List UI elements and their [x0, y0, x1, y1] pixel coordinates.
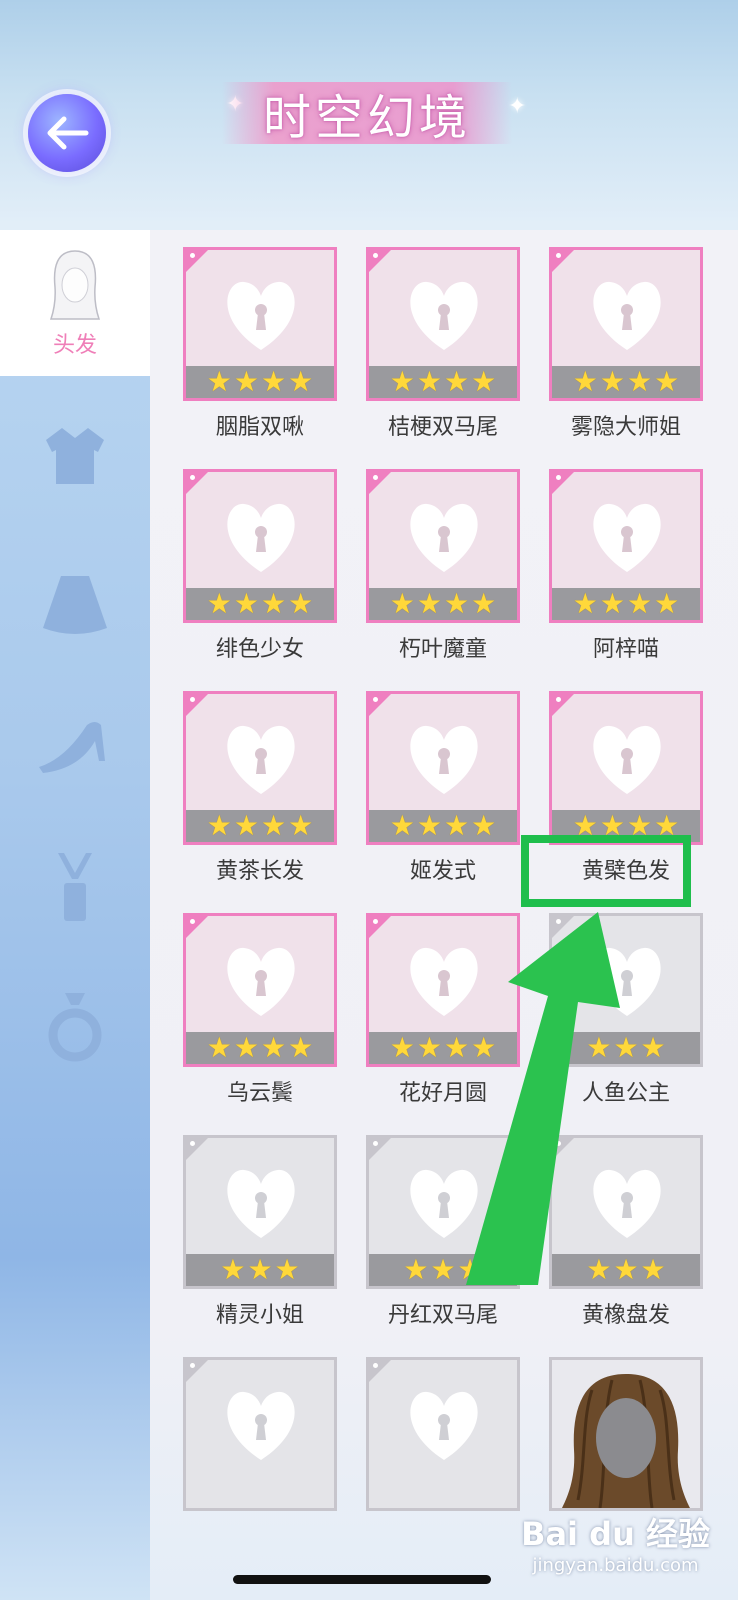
watermark-url: jingyan.baidu.com	[532, 1555, 699, 1576]
arrow-icon	[466, 912, 620, 1285]
annotation-arrow	[466, 912, 620, 1285]
watermark-logo: Bai du 经验	[521, 1515, 710, 1553]
home-indicator[interactable]	[233, 1575, 491, 1584]
baidu-watermark: Bai du 经验 jingyan.baidu.com	[521, 1509, 710, 1576]
